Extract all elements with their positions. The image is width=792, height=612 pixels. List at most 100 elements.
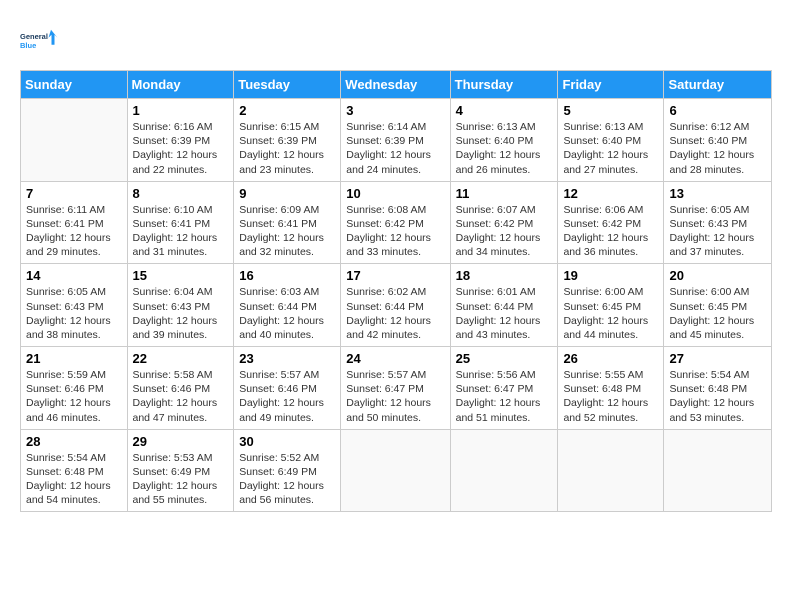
calendar-cell: 24Sunrise: 5:57 AM Sunset: 6:47 PM Dayli… — [341, 347, 450, 430]
calendar-cell: 8 Sunrise: 6:10 AM Sunset: 6:41 PM Daylig… — [127, 181, 234, 264]
day-number: 24 — [346, 351, 444, 366]
day-number: 3 — [346, 103, 444, 118]
day-info: Sunrise: 6:08 AM Sunset: 6:42 PM Dayligh… — [346, 203, 444, 260]
calendar-week-1: 1Sunrise: 6:16 AM Sunset: 6:39 PM Daylig… — [21, 99, 772, 182]
day-info: Sunrise: 6:04 AM Sunset: 6:43 PM Dayligh… — [133, 285, 229, 342]
logo: General Blue — [20, 20, 64, 60]
day-info: Sunrise: 5:56 AM Sunset: 6:47 PM Dayligh… — [456, 368, 553, 425]
calendar-cell: 11Sunrise: 6:07 AM Sunset: 6:42 PM Dayli… — [450, 181, 558, 264]
calendar-cell: 28 Sunrise: 5:54 AM Sunset: 6:48 PM Dayli… — [21, 429, 128, 512]
calendar-week-3: 14 Sunrise: 6:05 AM Sunset: 6:43 PM Dayli… — [21, 264, 772, 347]
day-info: Sunrise: 5:58 AM Sunset: 6:46 PM Dayligh… — [133, 368, 229, 425]
day-number: 11 — [456, 186, 553, 201]
calendar-cell: 1Sunrise: 6:16 AM Sunset: 6:39 PM Daylig… — [127, 99, 234, 182]
day-number: 6 — [669, 103, 766, 118]
day-number: 9 — [239, 186, 335, 201]
day-number: 16 — [239, 268, 335, 283]
calendar-cell: 12Sunrise: 6:06 AM Sunset: 6:42 PM Dayli… — [558, 181, 664, 264]
day-header-sunday: Sunday — [21, 71, 128, 99]
calendar-cell: 6 Sunrise: 6:12 AM Sunset: 6:40 PM Daylig… — [664, 99, 772, 182]
calendar-week-4: 21 Sunrise: 5:59 AM Sunset: 6:46 PM Dayli… — [21, 347, 772, 430]
day-info: Sunrise: 6:10 AM Sunset: 6:41 PM Dayligh… — [133, 203, 229, 260]
day-number: 17 — [346, 268, 444, 283]
day-info: Sunrise: 5:52 AM Sunset: 6:49 PM Dayligh… — [239, 451, 335, 508]
svg-text:General: General — [20, 32, 48, 41]
calendar-cell: 10 Sunrise: 6:08 AM Sunset: 6:42 PM Dayli… — [341, 181, 450, 264]
calendar-cell: 3 Sunrise: 6:14 AM Sunset: 6:39 PM Daylig… — [341, 99, 450, 182]
day-info: Sunrise: 6:12 AM Sunset: 6:40 PM Dayligh… — [669, 120, 766, 177]
day-number: 28 — [26, 434, 122, 449]
day-number: 4 — [456, 103, 553, 118]
calendar-cell: 21 Sunrise: 5:59 AM Sunset: 6:46 PM Dayli… — [21, 347, 128, 430]
calendar-cell — [558, 429, 664, 512]
day-info: Sunrise: 6:13 AM Sunset: 6:40 PM Dayligh… — [563, 120, 658, 177]
day-number: 22 — [133, 351, 229, 366]
calendar: SundayMondayTuesdayWednesdayThursdayFrid… — [20, 70, 772, 512]
calendar-cell: 25Sunrise: 5:56 AM Sunset: 6:47 PM Dayli… — [450, 347, 558, 430]
day-info: Sunrise: 6:15 AM Sunset: 6:39 PM Dayligh… — [239, 120, 335, 177]
day-number: 29 — [133, 434, 229, 449]
calendar-cell: 13 Sunrise: 6:05 AM Sunset: 6:43 PM Dayli… — [664, 181, 772, 264]
day-info: Sunrise: 6:00 AM Sunset: 6:45 PM Dayligh… — [669, 285, 766, 342]
day-number: 20 — [669, 268, 766, 283]
day-number: 30 — [239, 434, 335, 449]
calendar-cell — [450, 429, 558, 512]
day-header-wednesday: Wednesday — [341, 71, 450, 99]
day-header-friday: Friday — [558, 71, 664, 99]
day-info: Sunrise: 6:03 AM Sunset: 6:44 PM Dayligh… — [239, 285, 335, 342]
calendar-cell: 17 Sunrise: 6:02 AM Sunset: 6:44 PM Dayli… — [341, 264, 450, 347]
calendar-cell: 30 Sunrise: 5:52 AM Sunset: 6:49 PM Dayli… — [234, 429, 341, 512]
day-number: 13 — [669, 186, 766, 201]
day-info: Sunrise: 5:59 AM Sunset: 6:46 PM Dayligh… — [26, 368, 122, 425]
svg-text:Blue: Blue — [20, 41, 36, 50]
day-info: Sunrise: 6:16 AM Sunset: 6:39 PM Dayligh… — [133, 120, 229, 177]
calendar-cell — [21, 99, 128, 182]
day-info: Sunrise: 6:05 AM Sunset: 6:43 PM Dayligh… — [26, 285, 122, 342]
day-info: Sunrise: 6:05 AM Sunset: 6:43 PM Dayligh… — [669, 203, 766, 260]
day-info: Sunrise: 6:02 AM Sunset: 6:44 PM Dayligh… — [346, 285, 444, 342]
calendar-cell — [664, 429, 772, 512]
day-number: 5 — [563, 103, 658, 118]
calendar-cell: 14 Sunrise: 6:05 AM Sunset: 6:43 PM Dayli… — [21, 264, 128, 347]
calendar-cell: 22 Sunrise: 5:58 AM Sunset: 6:46 PM Dayli… — [127, 347, 234, 430]
calendar-cell: 26 Sunrise: 5:55 AM Sunset: 6:48 PM Dayli… — [558, 347, 664, 430]
calendar-cell: 2 Sunrise: 6:15 AM Sunset: 6:39 PM Daylig… — [234, 99, 341, 182]
day-number: 2 — [239, 103, 335, 118]
calendar-cell: 23 Sunrise: 5:57 AM Sunset: 6:46 PM Dayli… — [234, 347, 341, 430]
day-header-monday: Monday — [127, 71, 234, 99]
calendar-header-row: SundayMondayTuesdayWednesdayThursdayFrid… — [21, 71, 772, 99]
day-info: Sunrise: 6:11 AM Sunset: 6:41 PM Dayligh… — [26, 203, 122, 260]
day-header-tuesday: Tuesday — [234, 71, 341, 99]
day-number: 15 — [133, 268, 229, 283]
day-number: 14 — [26, 268, 122, 283]
day-info: Sunrise: 6:06 AM Sunset: 6:42 PM Dayligh… — [563, 203, 658, 260]
day-info: Sunrise: 5:53 AM Sunset: 6:49 PM Dayligh… — [133, 451, 229, 508]
calendar-cell: 29 Sunrise: 5:53 AM Sunset: 6:49 PM Dayli… — [127, 429, 234, 512]
day-number: 18 — [456, 268, 553, 283]
day-number: 10 — [346, 186, 444, 201]
day-header-saturday: Saturday — [664, 71, 772, 99]
calendar-cell: 7Sunrise: 6:11 AM Sunset: 6:41 PM Daylig… — [21, 181, 128, 264]
calendar-cell: 18Sunrise: 6:01 AM Sunset: 6:44 PM Dayli… — [450, 264, 558, 347]
calendar-cell: 16 Sunrise: 6:03 AM Sunset: 6:44 PM Dayli… — [234, 264, 341, 347]
day-info: Sunrise: 5:54 AM Sunset: 6:48 PM Dayligh… — [26, 451, 122, 508]
calendar-cell: 5 Sunrise: 6:13 AM Sunset: 6:40 PM Daylig… — [558, 99, 664, 182]
day-info: Sunrise: 5:57 AM Sunset: 6:46 PM Dayligh… — [239, 368, 335, 425]
calendar-cell — [341, 429, 450, 512]
day-info: Sunrise: 5:54 AM Sunset: 6:48 PM Dayligh… — [669, 368, 766, 425]
day-number: 21 — [26, 351, 122, 366]
day-info: Sunrise: 6:14 AM Sunset: 6:39 PM Dayligh… — [346, 120, 444, 177]
calendar-cell: 4Sunrise: 6:13 AM Sunset: 6:40 PM Daylig… — [450, 99, 558, 182]
calendar-cell: 15 Sunrise: 6:04 AM Sunset: 6:43 PM Dayli… — [127, 264, 234, 347]
day-header-thursday: Thursday — [450, 71, 558, 99]
day-number: 8 — [133, 186, 229, 201]
page-header: General Blue — [20, 20, 772, 60]
day-info: Sunrise: 6:00 AM Sunset: 6:45 PM Dayligh… — [563, 285, 658, 342]
day-number: 26 — [563, 351, 658, 366]
calendar-cell: 20 Sunrise: 6:00 AM Sunset: 6:45 PM Dayli… — [664, 264, 772, 347]
calendar-cell: 27Sunrise: 5:54 AM Sunset: 6:48 PM Dayli… — [664, 347, 772, 430]
day-info: Sunrise: 5:55 AM Sunset: 6:48 PM Dayligh… — [563, 368, 658, 425]
calendar-cell: 9Sunrise: 6:09 AM Sunset: 6:41 PM Daylig… — [234, 181, 341, 264]
calendar-week-5: 28 Sunrise: 5:54 AM Sunset: 6:48 PM Dayli… — [21, 429, 772, 512]
day-number: 23 — [239, 351, 335, 366]
